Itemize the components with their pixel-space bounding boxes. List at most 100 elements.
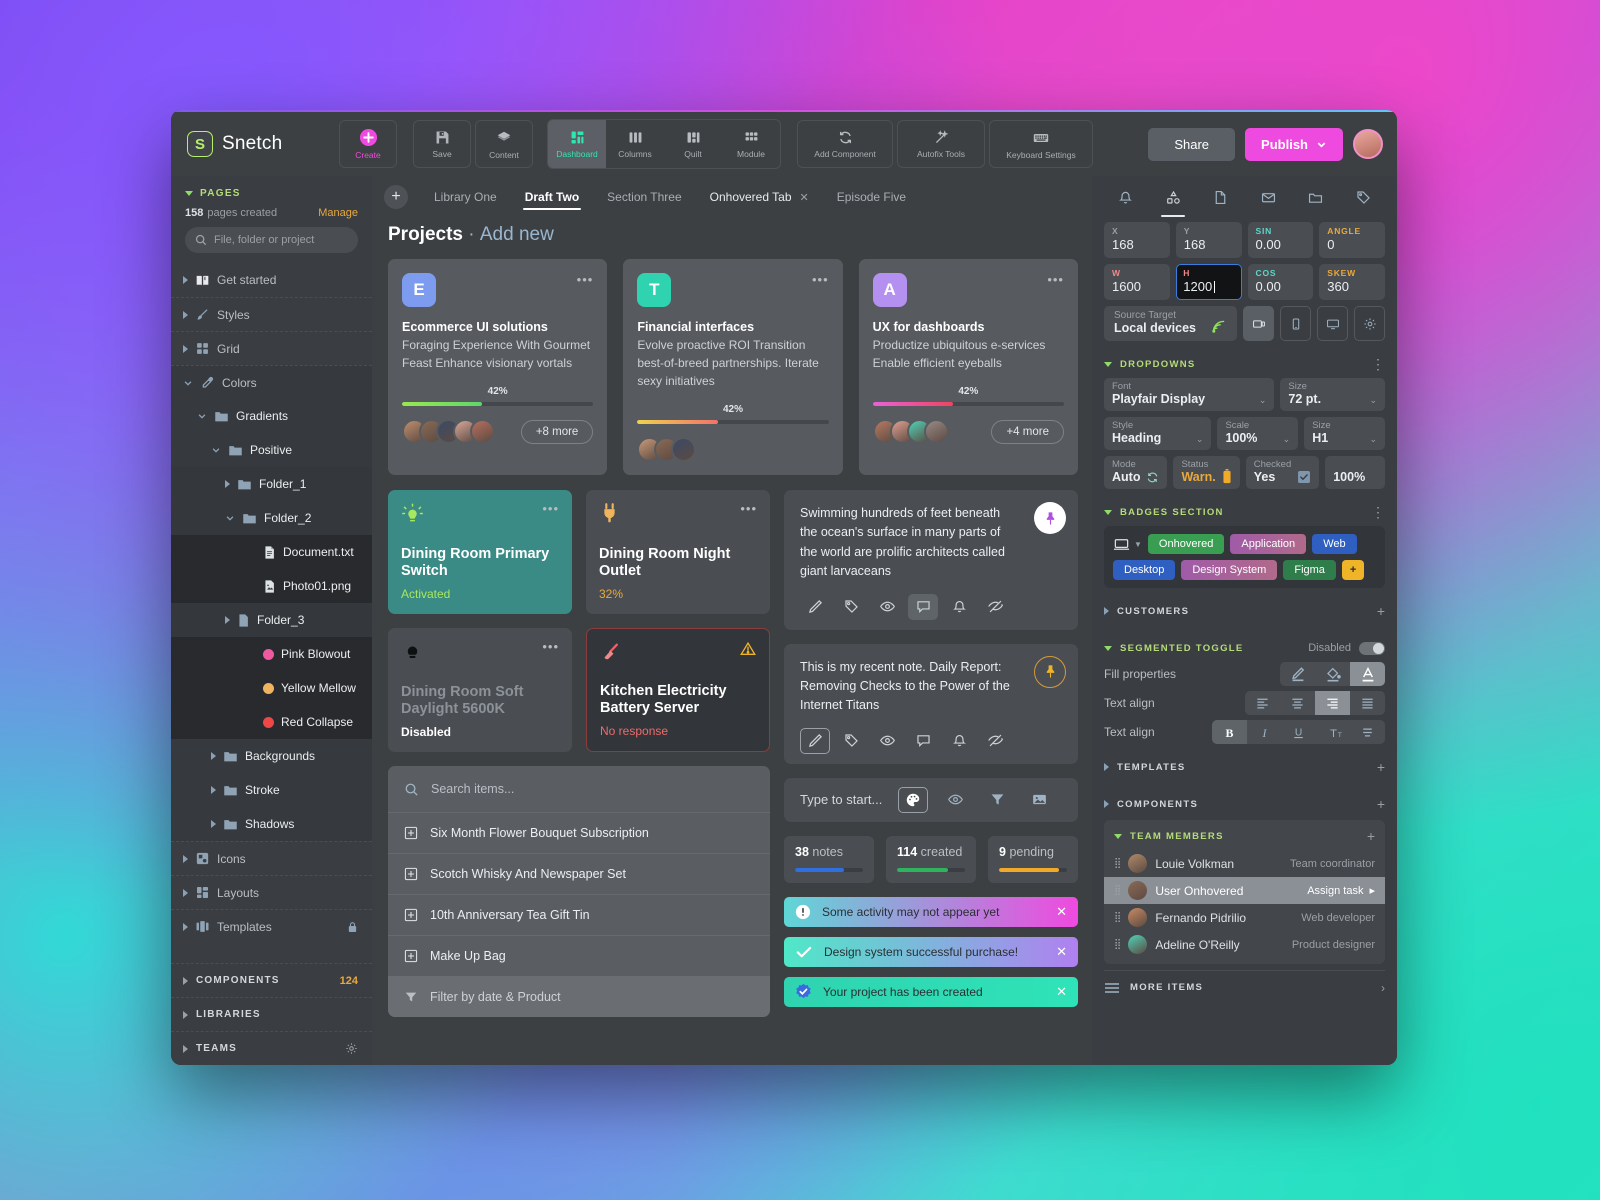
segmented-section-header[interactable]: SEGMENTED TOGGLE Disabled <box>1104 634 1385 662</box>
pin-icon[interactable] <box>1034 655 1066 688</box>
project-card[interactable]: T ••• Financial interfaces Evolve proactive… <box>623 259 843 475</box>
comment-icon[interactable] <box>908 728 938 754</box>
tree-item-styles[interactable]: Styles <box>171 297 372 331</box>
team-member-row[interactable]: ⣿ Fernando Pidrilio Web developer <box>1104 904 1385 931</box>
sidebar-search-input[interactable] <box>214 234 348 246</box>
mail-icon[interactable] <box>1255 184 1281 210</box>
list-item[interactable]: Six Month Flower Bouquet Subscription <box>388 812 770 853</box>
card-menu-icon[interactable]: ••• <box>542 640 559 653</box>
section-menu-icon[interactable]: ⋮ <box>1371 357 1385 371</box>
tree-item-backgrounds[interactable]: Backgrounds <box>171 739 372 773</box>
tree-item-stroke[interactable]: Stroke <box>171 773 372 807</box>
close-icon[interactable]: ✕ <box>1056 905 1067 918</box>
project-more-button[interactable]: +8 more <box>520 419 594 444</box>
tree-item-templates[interactable]: Templates <box>171 909 372 943</box>
type-bar[interactable]: Type to start... <box>784 777 1078 822</box>
italic-icon[interactable]: I <box>1247 720 1282 744</box>
palette-icon[interactable] <box>898 786 929 813</box>
transform-field-angle[interactable]: ANGLE 0 <box>1319 222 1385 258</box>
filter-row[interactable]: Filter by date & Product <box>388 976 770 1017</box>
pencil-icon[interactable] <box>800 727 830 754</box>
project-card[interactable]: E ••• Ecommerce UI solutions Foraging Exper… <box>388 259 608 475</box>
drag-handle-icon[interactable]: ⣿ <box>1114 912 1121 923</box>
add-new-link[interactable]: Add new <box>480 224 554 245</box>
align-justify-icon[interactable] <box>1350 691 1385 715</box>
item-search-row[interactable] <box>388 766 770 812</box>
add-tab-button[interactable]: + <box>384 185 408 209</box>
item-search-input[interactable] <box>431 782 754 796</box>
customers-section-header[interactable]: CUSTOMERS + <box>1104 597 1385 625</box>
device-card[interactable]: ••• Dining Room Soft Daylight 5600K Disabl… <box>388 628 572 752</box>
tab-draft-two[interactable]: Draft Two <box>511 176 593 218</box>
add-component-button-panel[interactable]: + <box>1377 797 1385 811</box>
drag-handle-icon[interactable]: ⣿ <box>1114 885 1121 896</box>
transform-field-x[interactable]: X 168 <box>1104 222 1170 258</box>
dropdown-size[interactable]: Size H1 ⌄ <box>1304 417 1385 450</box>
list-item[interactable]: Make Up Bag <box>388 935 770 976</box>
close-icon[interactable]: ✕ <box>1056 945 1067 958</box>
align-left-icon[interactable] <box>1245 691 1280 715</box>
bold-icon[interactable]: B <box>1212 720 1247 744</box>
eye-off-icon[interactable] <box>980 594 1010 620</box>
dropdown-style[interactable]: Style Heading ⌄ <box>1104 417 1212 450</box>
team-section-header[interactable]: TEAM MEMBERS + <box>1104 822 1385 850</box>
tree-item-folder-1[interactable]: Folder_1 <box>171 467 372 501</box>
sidebar-section-libraries[interactable]: LIBRARIES <box>171 997 372 1031</box>
keyboard-settings-button[interactable]: Keyboard Settings <box>989 120 1093 168</box>
transform-field-w[interactable]: W 1600 <box>1104 264 1170 300</box>
dropdown-status[interactable]: Status Warn. <box>1173 456 1240 489</box>
badge-figma[interactable]: Figma <box>1283 560 1336 580</box>
tree-item-layouts[interactable]: Layouts <box>171 875 372 909</box>
badges-section-header[interactable]: BADGES SECTION ⋮ <box>1104 498 1385 526</box>
autofix-tools-button[interactable]: Autofix Tools <box>897 120 985 168</box>
transform-field-cos[interactable]: COS 0.00 <box>1247 264 1314 300</box>
share-button[interactable]: Share <box>1148 127 1236 161</box>
dropdowns-section-header[interactable]: DROPDOWNS ⋮ <box>1104 350 1385 378</box>
project-more-button[interactable]: +4 more <box>991 419 1064 444</box>
create-button[interactable]: Create <box>339 120 397 168</box>
templates-section-header[interactable]: TEMPLATES + <box>1104 753 1385 781</box>
align-right-icon[interactable] <box>1315 691 1350 715</box>
font-size-icon[interactable]: TT <box>1316 720 1351 744</box>
plus-box-icon[interactable] <box>404 908 418 922</box>
add-component-button[interactable]: Add Component <box>797 120 893 168</box>
transform-field-sin[interactable]: SIN 0.00 <box>1247 222 1314 258</box>
device-card[interactable]: ••• Dining Room Night Outlet 32% <box>586 490 770 614</box>
tab-onhovered-tab[interactable]: Onhovered Tab ✕ <box>696 176 823 218</box>
save-button[interactable]: Save <box>413 120 471 168</box>
list-item[interactable]: 10th Anniversary Tea Gift Tin <box>388 894 770 935</box>
plus-box-icon[interactable] <box>404 867 418 881</box>
team-member-row[interactable]: ⣿ Adeline O'Reilly Product designer <box>1104 931 1385 958</box>
tree-item-icons[interactable]: Icons <box>171 841 372 875</box>
tree-item-shadows[interactable]: Shadows <box>171 807 372 841</box>
sidebar-search[interactable] <box>185 227 358 253</box>
tab-episode-five[interactable]: Episode Five <box>823 176 920 218</box>
dropdown-font[interactable]: Font Playfair Display ⌄ <box>1104 378 1275 411</box>
bell-icon[interactable] <box>944 728 974 754</box>
transform-field-skew[interactable]: SKEW 360 <box>1319 264 1385 300</box>
dashboard-button[interactable]: Dashboard <box>548 120 606 168</box>
publish-button[interactable]: Publish <box>1245 127 1343 161</box>
tree-item-get-started[interactable]: Get started <box>171 263 372 297</box>
badge-desktop[interactable]: Desktop <box>1113 560 1176 580</box>
source-target-field[interactable]: Source Target Local devices <box>1104 306 1237 341</box>
tree-item-pink-blowout[interactable]: Pink Blowout <box>171 637 372 671</box>
card-menu-icon[interactable]: ••• <box>542 502 559 515</box>
tree-item-red-collapse[interactable]: Red Collapse <box>171 705 372 739</box>
tag-icon[interactable] <box>1350 184 1376 210</box>
sidebar-section-teams[interactable]: TEAMS <box>171 1031 372 1065</box>
close-icon[interactable]: ✕ <box>800 191 809 204</box>
quilt-button[interactable]: Quilt <box>664 120 722 168</box>
eye-icon[interactable] <box>940 787 970 813</box>
tree-item-grid[interactable]: Grid <box>171 331 372 365</box>
device-card[interactable]: ••• Dining Room Primary Switch Activated <box>388 490 572 614</box>
tab-library-one[interactable]: Library One <box>420 176 511 218</box>
dropdown-size[interactable]: Size 72 pt. ⌄ <box>1280 378 1385 411</box>
tree-item-photo01-png[interactable]: Photo01.png <box>171 569 372 603</box>
gear-icon[interactable] <box>345 1042 358 1055</box>
dropdown-scale[interactable]: Scale 100% ⌄ <box>1217 417 1299 450</box>
tree-item-colors[interactable]: Colors <box>171 365 372 399</box>
sidebar-section-components[interactable]: COMPONENTS 124 <box>171 963 372 997</box>
project-avatars[interactable] <box>637 437 697 462</box>
list-item[interactable]: Scotch Whisky And Newspaper Set <box>388 853 770 894</box>
